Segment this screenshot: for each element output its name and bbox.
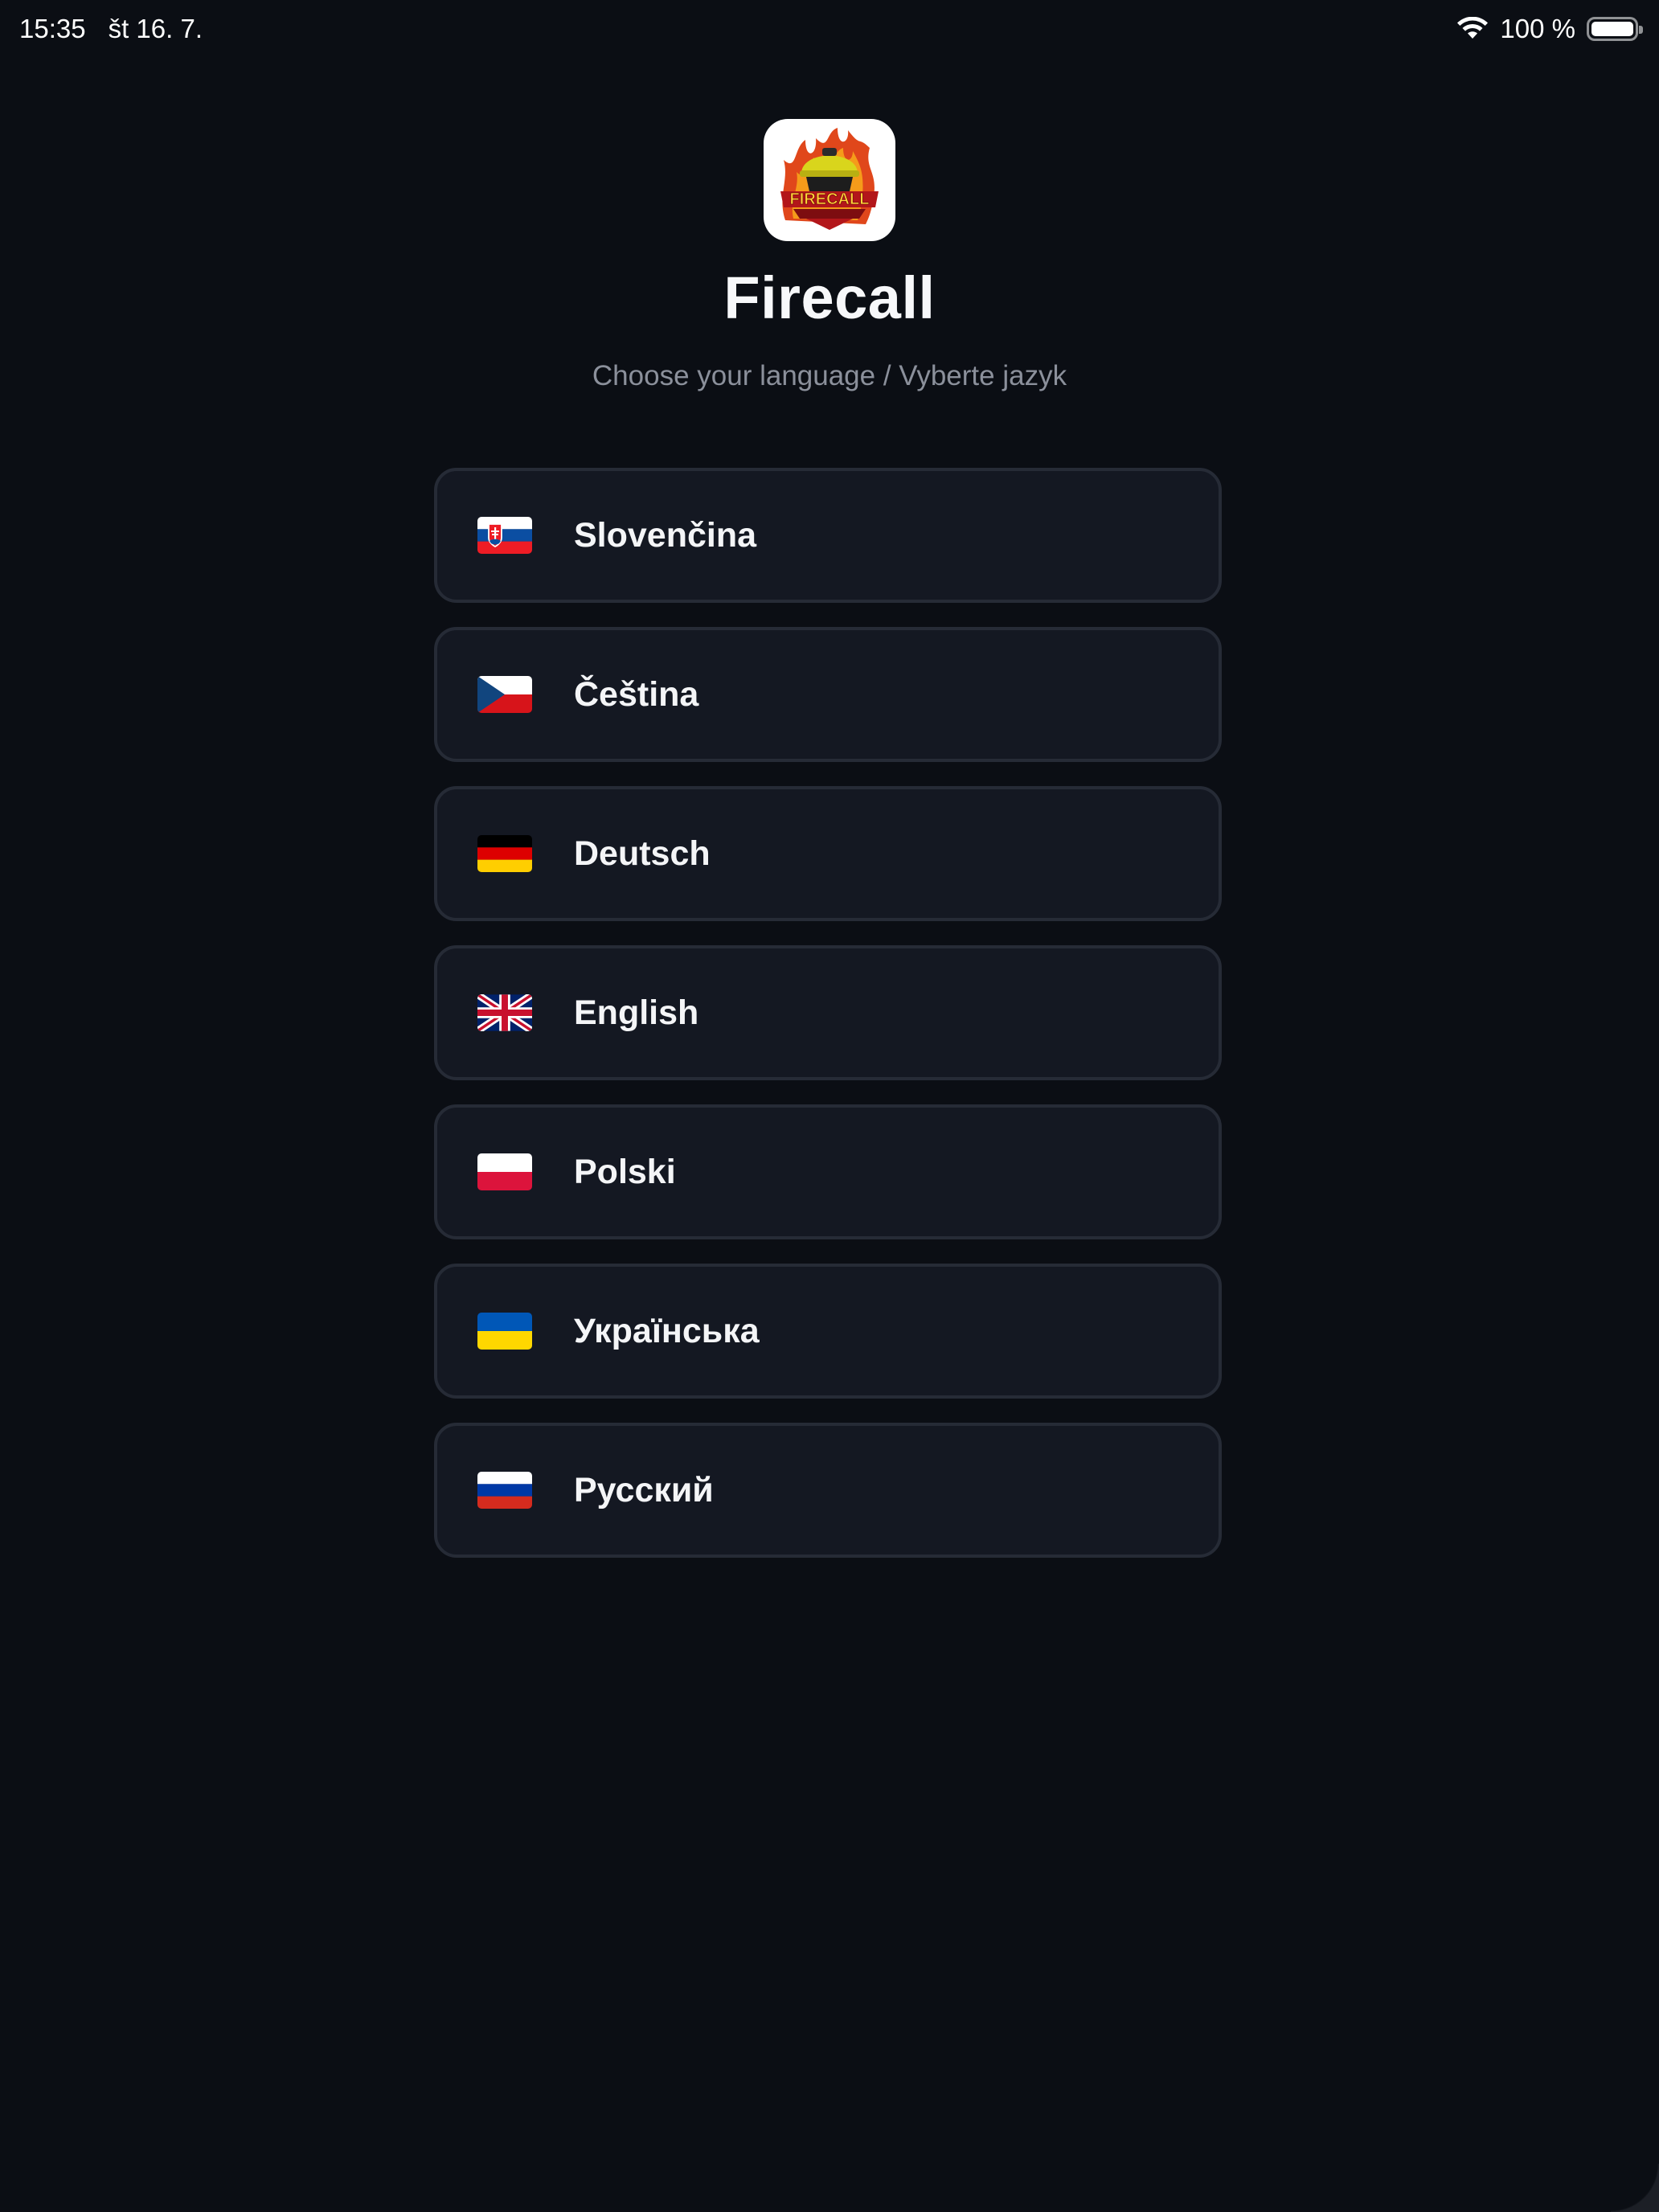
wifi-icon	[1457, 17, 1489, 39]
app-title: Firecall	[723, 264, 936, 331]
language-list: Slovenčina Čeština Deutsch English Polsk…	[434, 468, 1222, 1558]
battery-level	[1591, 22, 1633, 36]
language-option-deutsch[interactable]: Deutsch	[434, 786, 1222, 921]
status-bar: 15:35 št 16. 7. 100 %	[0, 0, 1659, 58]
battery-icon	[1587, 17, 1643, 41]
app-subtitle: Choose your language / Vyberte jazyk	[592, 360, 1067, 392]
language-label: Русский	[574, 1470, 714, 1509]
flag-ru-icon	[477, 1472, 532, 1509]
status-left: 15:35 št 16. 7.	[19, 14, 203, 44]
status-time: 15:35	[19, 14, 86, 43]
firecall-logo-icon: FIRECALL	[780, 128, 879, 230]
svg-text:FIRECALL: FIRECALL	[790, 190, 870, 208]
language-selection-screen: 15:35 št 16. 7. 100 % FIRECALL Firecall …	[0, 0, 1659, 2212]
device-corner	[1611, 2164, 1659, 2212]
flag-gb-icon	[477, 994, 532, 1031]
firecall-logo: FIRECALL	[764, 119, 895, 241]
language-label: English	[574, 993, 699, 1032]
battery-percentage: 100 %	[1500, 14, 1575, 43]
language-label: Čeština	[574, 674, 699, 714]
flag-sk-icon	[477, 517, 532, 554]
header: FIRECALL Firecall Choose your language /…	[0, 119, 1659, 393]
language-label: Українська	[574, 1311, 760, 1350]
status-right: 100 %	[1456, 14, 1643, 44]
language-label: Deutsch	[574, 834, 711, 873]
language-label: Polski	[574, 1152, 676, 1191]
language-option-russkiy[interactable]: Русский	[434, 1423, 1222, 1558]
language-option-slovencina[interactable]: Slovenčina	[434, 468, 1222, 603]
flag-ua-icon	[477, 1313, 532, 1350]
language-option-ukrainska[interactable]: Українська	[434, 1264, 1222, 1399]
status-date: št 16. 7.	[108, 14, 203, 43]
flag-cz-icon	[477, 676, 532, 713]
flag-de-icon	[477, 835, 532, 872]
language-label: Slovenčina	[574, 515, 757, 555]
language-option-polski[interactable]: Polski	[434, 1104, 1222, 1239]
language-option-english[interactable]: English	[434, 945, 1222, 1080]
language-option-cestina[interactable]: Čeština	[434, 627, 1222, 762]
battery-cap	[1639, 26, 1643, 34]
flag-pl-icon	[477, 1153, 532, 1190]
